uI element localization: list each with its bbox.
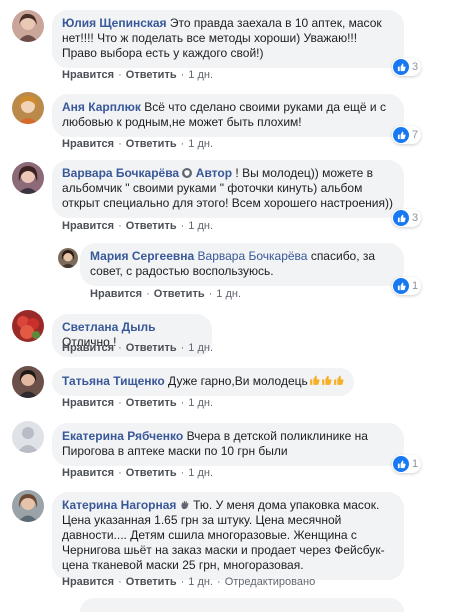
comment-time[interactable]: 1 дн. <box>188 342 213 354</box>
like-link[interactable]: Нравится <box>90 288 142 300</box>
comment-bubble: Мария Сергеевна Варвара Бочкарёва спасиб… <box>80 243 404 286</box>
like-icon <box>393 210 409 226</box>
avatar[interactable] <box>12 162 44 194</box>
comment-actions: Нравится · Ответить · 1 дн. <box>62 138 214 150</box>
like-icon <box>393 278 409 294</box>
comment-author[interactable]: Варвара Бочкарёва <box>62 166 179 180</box>
comment-time[interactable]: 1 дн. <box>188 138 213 150</box>
comment-bubble: Татьяна Тищенко Дуже гарно,Ви молодець <box>52 368 354 396</box>
reaction-count[interactable]: 1 <box>392 277 422 295</box>
like-link[interactable]: Нравится <box>62 138 114 150</box>
comment-author[interactable]: Аня Карплюк <box>62 100 141 114</box>
comment-time[interactable]: 1 дн. <box>188 397 213 409</box>
comment-bubble: Катерина Нагорная Тю. У меня дома упаков… <box>52 492 404 580</box>
avatar[interactable] <box>12 490 44 522</box>
like-link[interactable]: Нравится <box>62 467 114 479</box>
comment-author[interactable]: Екатерина Рябченко <box>62 429 183 443</box>
thumbs-up-emoji-icon <box>309 375 320 385</box>
comment-time[interactable]: 1 дн. <box>216 288 241 300</box>
thumbs-up-emoji-icon <box>321 375 332 385</box>
comment-actions: Нравится · Ответить · 1 дн. <box>62 69 214 81</box>
like-link[interactable]: Нравится <box>62 576 114 588</box>
reaction-count[interactable]: 3 <box>392 58 422 76</box>
like-icon <box>393 127 409 143</box>
reaction-count[interactable]: 1 <box>392 455 422 473</box>
comment-actions: Нравится · Ответить · 1 дн. · Отредактировано <box>62 576 316 588</box>
comment-text: Дуже гарно,Ви молодець <box>168 374 308 388</box>
avatar[interactable] <box>12 10 44 42</box>
comment-time[interactable]: 1 дн. <box>188 220 213 232</box>
reply-link[interactable]: Ответить <box>126 69 177 81</box>
comment-actions: Нравится · Ответить · 1 дн. <box>90 288 242 300</box>
comment-actions: Нравится · Ответить · 1 дн. <box>62 342 214 354</box>
hand-wave-emoji-icon <box>181 500 189 510</box>
reply-link[interactable]: Ответить <box>126 342 177 354</box>
avatar[interactable] <box>12 421 44 453</box>
comment-bubble: Юлия Щепинская Это правда заехала в 10 а… <box>52 10 404 68</box>
reaction-count[interactable]: 7 <box>392 126 422 144</box>
thumbs-up-emoji-icon <box>333 375 344 385</box>
avatar[interactable] <box>58 248 78 268</box>
comment-author[interactable]: Светлана Дыль <box>62 320 155 334</box>
comment-author[interactable]: Мария Сергеевна <box>90 249 194 263</box>
like-link[interactable]: Нравится <box>62 342 114 354</box>
reply-link[interactable]: Ответить <box>126 138 177 150</box>
edited-label[interactable]: Отредактировано <box>225 576 316 588</box>
like-link[interactable]: Нравится <box>62 69 114 81</box>
next-reply-bubble-partial <box>80 598 404 612</box>
reaction-count[interactable]: 3 <box>392 209 422 227</box>
reply-link[interactable]: Ответить <box>126 397 177 409</box>
comment-bubble: Варвара Бочкарёва Автор ! Вы молодец)) м… <box>52 160 404 218</box>
like-icon <box>393 456 409 472</box>
comment-actions: Нравится · Ответить · 1 дн. <box>62 397 214 409</box>
like-link[interactable]: Нравится <box>62 397 114 409</box>
avatar[interactable] <box>12 310 44 342</box>
reply-link[interactable]: Ответить <box>126 576 177 588</box>
comment-time[interactable]: 1 дн. <box>188 467 213 479</box>
avatar[interactable] <box>12 92 44 124</box>
comment-actions: Нравится · Ответить · 1 дн. <box>62 220 214 232</box>
reply-link[interactable]: Ответить <box>126 220 177 232</box>
comment-bubble: Аня Карплюк Всё что сделано своими рукам… <box>52 94 404 137</box>
shield-icon <box>182 168 193 178</box>
comment-author[interactable]: Юлия Щепинская <box>62 16 167 30</box>
avatar[interactable] <box>12 366 44 398</box>
comment-time[interactable]: 1 дн. <box>188 576 213 588</box>
comment-author[interactable]: Татьяна Тищенко <box>62 374 165 388</box>
like-icon <box>393 59 409 75</box>
comment-time[interactable]: 1 дн. <box>188 69 213 81</box>
like-link[interactable]: Нравится <box>62 220 114 232</box>
comment-author[interactable]: Катерина Нагорная <box>62 498 176 512</box>
mention-link[interactable]: Варвара Бочкарёва <box>198 249 308 263</box>
comment-bubble: Екатерина Рябченко Вчера в детской полик… <box>52 423 404 466</box>
author-badge: Автор <box>195 166 233 180</box>
reply-link[interactable]: Ответить <box>154 288 205 300</box>
reply-link[interactable]: Ответить <box>126 467 177 479</box>
comment-actions: Нравится · Ответить · 1 дн. <box>62 467 214 479</box>
